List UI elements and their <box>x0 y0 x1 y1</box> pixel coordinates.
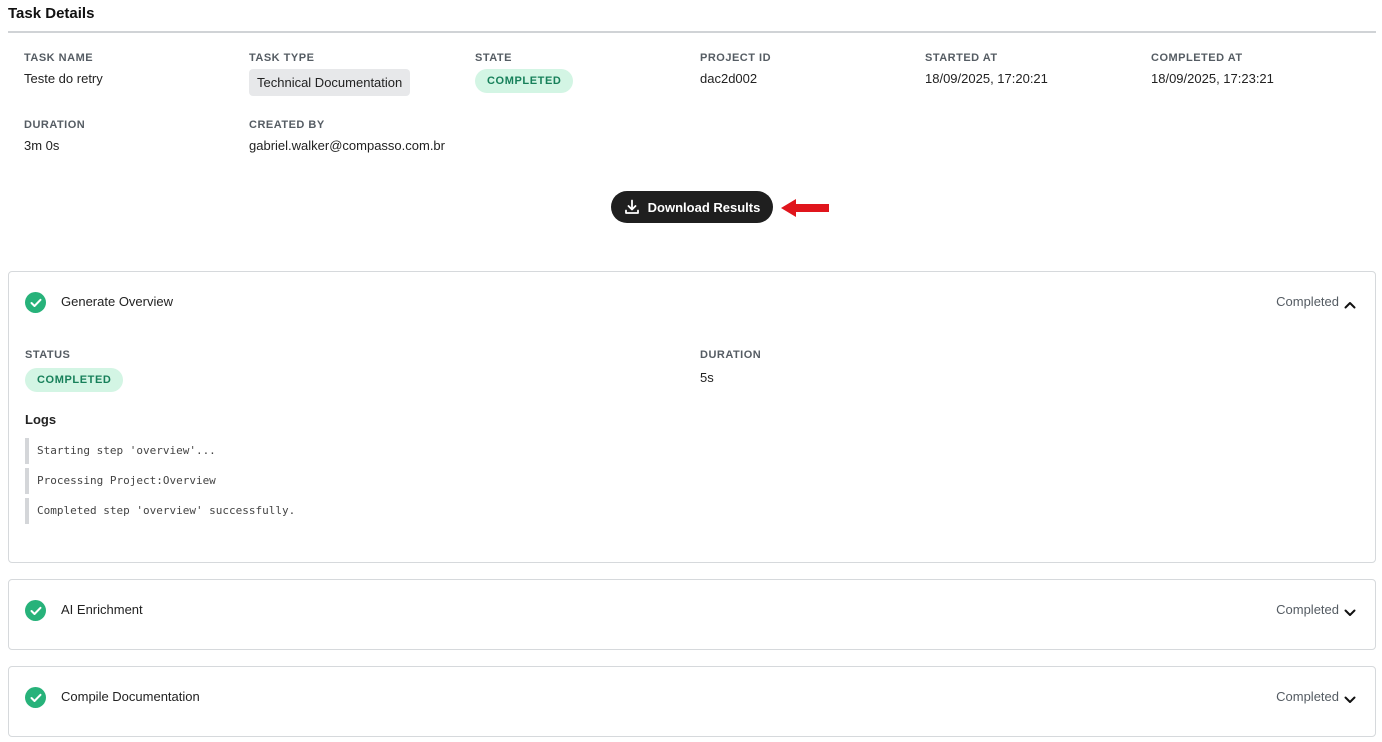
annotation-arrow-icon <box>780 197 830 224</box>
title-divider <box>8 31 1376 33</box>
duration-label: DURATION <box>24 119 86 131</box>
log-line: Processing Project:Overview <box>25 468 216 494</box>
log-line: Completed step 'overview' successfully. <box>25 498 295 524</box>
task-type-chip: Technical Documentation <box>249 69 411 96</box>
step-status: Completed <box>1276 294 1339 309</box>
step-status-label: STATUS <box>25 349 71 361</box>
created-by-label: CREATED BY <box>249 119 325 131</box>
step-title: Generate Overview <box>61 294 173 309</box>
duration-field: DURATION 3m 0s <box>24 119 85 153</box>
project-id-label: PROJECT ID <box>700 52 772 64</box>
logs-title: Logs <box>25 412 57 427</box>
step-title: AI Enrichment <box>61 602 143 617</box>
chevron-down-icon[interactable] <box>1344 605 1356 616</box>
step-status-badge: COMPLETED <box>25 368 124 392</box>
task-type-field: TASK TYPE Technical Documentation <box>249 52 411 96</box>
state-badge: COMPLETED <box>475 69 574 93</box>
page-title: Task Details <box>8 5 95 22</box>
step-card-ai-enrichment: AI Enrichment Completed <box>8 579 1376 650</box>
completed-at-value: 18/09/2025, 17:23:21 <box>1151 71 1274 86</box>
task-name-label: TASK NAME <box>24 52 94 64</box>
step-card-generate-overview: Generate Overview Completed STATUS COMPL… <box>8 271 1376 563</box>
download-results-button[interactable]: Download Results <box>611 191 773 223</box>
task-name-field: TASK NAME Teste do retry <box>24 52 103 86</box>
download-icon <box>624 199 640 215</box>
step-status: Completed <box>1276 602 1339 617</box>
chevron-up-icon[interactable] <box>1344 297 1356 309</box>
duration-value: 3m 0s <box>24 138 60 153</box>
completed-at-field: COMPLETED AT 18/09/2025, 17:23:21 <box>1151 52 1274 86</box>
created-by-field: CREATED BY gabriel.walker@compasso.com.b… <box>249 119 445 153</box>
check-circle-icon <box>25 292 46 313</box>
started-at-value: 18/09/2025, 17:20:21 <box>925 71 1048 86</box>
step-header-compile-documentation[interactable]: Compile Documentation Completed <box>9 667 1375 736</box>
started-at-field: STARTED AT 18/09/2025, 17:20:21 <box>925 52 1048 86</box>
step-header-generate-overview[interactable]: Generate Overview Completed <box>9 272 1375 334</box>
step-duration-value: 5s <box>700 370 714 385</box>
task-name-value: Teste do retry <box>24 71 103 86</box>
step-card-compile-documentation: Compile Documentation Completed <box>8 666 1376 737</box>
step-header-ai-enrichment[interactable]: AI Enrichment Completed <box>9 580 1375 649</box>
chevron-down-icon[interactable] <box>1344 692 1356 703</box>
step-title: Compile Documentation <box>61 689 200 704</box>
log-line: Starting step 'overview'... <box>25 438 216 464</box>
download-results-label: Download Results <box>647 199 761 215</box>
task-type-label: TASK TYPE <box>249 52 315 64</box>
completed-at-label: COMPLETED AT <box>1151 52 1243 64</box>
step-status: Completed <box>1276 689 1339 704</box>
project-id-value: dac2d002 <box>700 71 758 86</box>
check-circle-icon <box>25 600 46 621</box>
project-id-field: PROJECT ID dac2d002 <box>700 52 771 86</box>
started-at-label: STARTED AT <box>925 52 998 64</box>
state-field: STATE COMPLETED <box>475 52 574 93</box>
created-by-value: gabriel.walker@compasso.com.br <box>249 138 445 153</box>
step-duration-label: DURATION <box>700 349 762 361</box>
check-circle-icon <box>25 687 46 708</box>
state-label: STATE <box>475 52 512 64</box>
